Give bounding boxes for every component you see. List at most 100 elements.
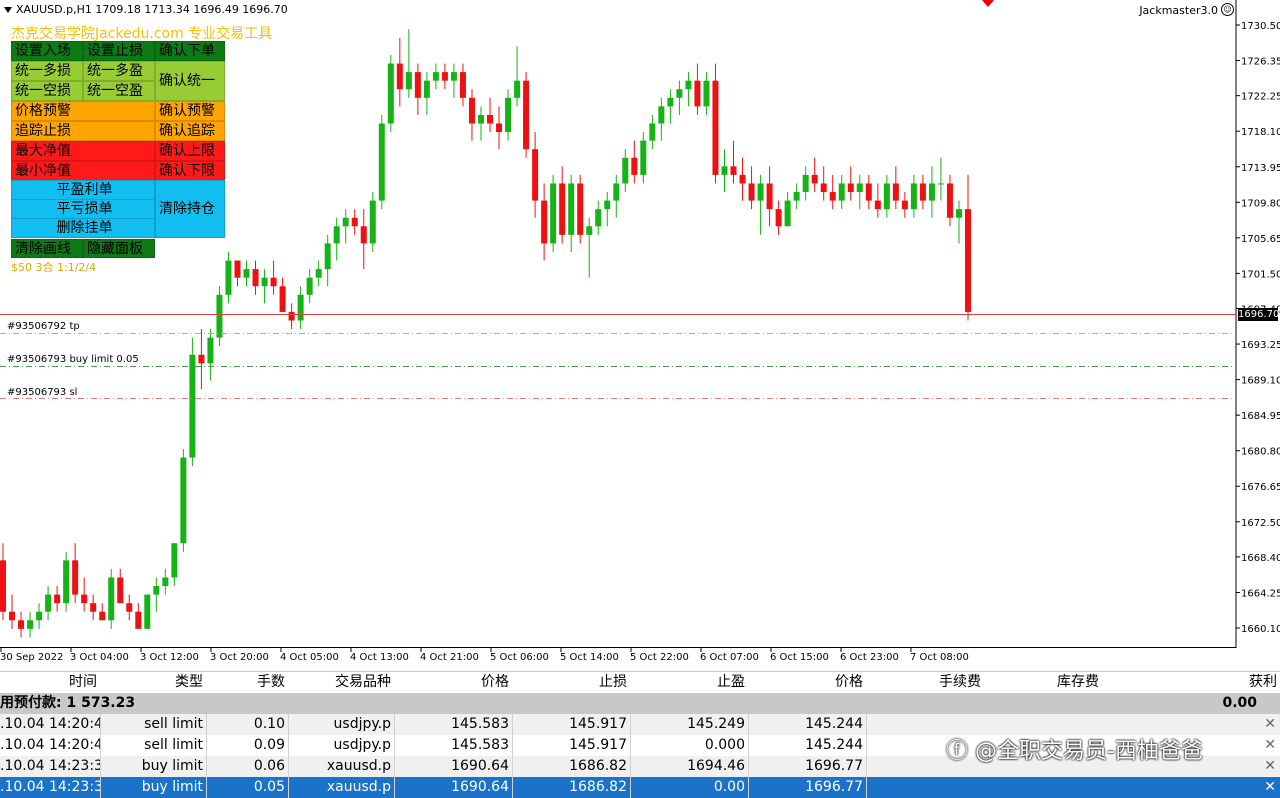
bull-candle: [324, 243, 331, 270]
bear-candle: [730, 166, 737, 175]
confirm-trailing-button[interactable]: 确认追踪: [155, 121, 225, 141]
price-axis-label: 1730.50: [1241, 21, 1280, 32]
cell-sl: 145.917: [569, 716, 627, 732]
price-axis-label: 1668.40: [1241, 553, 1280, 564]
sl-line-label: #93506793 sl: [7, 387, 78, 398]
bear-candle: [820, 183, 827, 193]
bull-candle: [505, 97, 512, 133]
chart-menu-icon[interactable]: [4, 7, 12, 13]
cell-sl: 1686.82: [569, 758, 627, 774]
col-symbol[interactable]: 交易品种: [288, 672, 394, 693]
col-commission[interactable]: 手续费: [866, 672, 984, 693]
unify-buy-tp-button[interactable]: 统一多盈: [83, 61, 155, 81]
table-row[interactable]: .10.04 14:20:43 sell limit 0.10 usdjpy.p 145…: [0, 714, 1280, 735]
bull-candle: [297, 294, 304, 321]
price-alert-button[interactable]: 价格预警: [11, 101, 155, 121]
bear-candle: [865, 183, 872, 201]
bear-candle: [766, 183, 773, 210]
trade-terminal[interactable]: 时间 类型 手数 交易品种 价格 止损 止盈 价格 手续费 库存费 获利 用预付…: [0, 667, 1280, 798]
delete-order-icon[interactable]: ✕: [1264, 758, 1276, 774]
delete-order-icon[interactable]: ✕: [1264, 779, 1276, 795]
bull-candle: [342, 217, 349, 227]
col-profit[interactable]: 获利: [1102, 672, 1280, 693]
bull-candle: [423, 80, 430, 98]
hide-panel-button[interactable]: 隐藏面板: [83, 239, 155, 258]
buy-limit-line-label: #93506793 buy limit 0.05: [7, 354, 139, 365]
delete-order-icon[interactable]: ✕: [1264, 737, 1276, 753]
bull-candle: [180, 457, 187, 544]
clear-positions-button[interactable]: 清除持仓: [155, 180, 225, 238]
column-divider: [866, 756, 867, 777]
bull-candle: [36, 611, 43, 621]
unify-buy-sl-button[interactable]: 统一多损: [11, 61, 83, 81]
bear-candle: [288, 311, 295, 321]
price-chart[interactable]: 1730.50 1726.35 1722.25 1718.10 1713.95 1709.…: [0, 0, 1280, 667]
clear-lines-button[interactable]: 清除画线: [11, 239, 83, 258]
price-axis-label: 1722.25: [1241, 92, 1280, 103]
close-loss-button[interactable]: 平亏损单: [11, 199, 155, 219]
delete-pending-button[interactable]: 删除挂单: [11, 218, 155, 238]
col-time[interactable]: 时间: [0, 672, 100, 693]
table-header: 时间 类型 手数 交易品种 价格 止损 止盈 价格 手续费 库存费 获利: [0, 671, 1280, 694]
expert-advisor-name[interactable]: Jackmaster3.0: [1139, 4, 1218, 17]
bull-candle: [658, 106, 665, 124]
cell-tp: 0.000: [704, 737, 745, 753]
bull-candle: [793, 192, 800, 201]
bear-candle: [198, 354, 205, 364]
col-price[interactable]: 价格: [394, 672, 512, 693]
cell-sl: 145.917: [569, 737, 627, 753]
bear-candle: [577, 183, 584, 235]
watermark: ⓕ @全职交易员-西柚爸爸: [946, 739, 1203, 764]
bull-candle: [378, 123, 385, 201]
bull-candle: [550, 183, 557, 244]
bull-candle: [432, 72, 439, 81]
bull-candle: [216, 294, 223, 338]
bear-candle: [496, 123, 503, 133]
bear-candle: [234, 260, 241, 278]
bear-candle: [775, 209, 782, 227]
unify-sell-tp-button[interactable]: 统一空盈: [83, 81, 155, 101]
time-axis-label: 6 Oct 15:00: [770, 652, 829, 663]
bull-candle: [207, 337, 214, 364]
bull-candle: [63, 560, 70, 604]
close-profit-button[interactable]: 平盈利单: [11, 180, 155, 200]
max-equity-button[interactable]: 最大净值: [11, 141, 155, 161]
bull-candle: [568, 183, 575, 235]
cell-cur-price: 145.244: [805, 716, 863, 732]
set-entry-button[interactable]: 设置入场: [11, 41, 83, 61]
bear-candle: [117, 577, 124, 604]
unify-sell-sl-button[interactable]: 统一空损: [11, 81, 83, 101]
confirm-order-button[interactable]: 确认下单: [155, 41, 225, 61]
confirm-upper-button[interactable]: 确认上限: [155, 141, 225, 161]
time-axis-label: 4 Oct 21:00: [420, 652, 479, 663]
bear-candle: [270, 277, 277, 287]
time-axis-label: 5 Oct 22:00: [630, 652, 689, 663]
price-axis-label: 1718.10: [1241, 127, 1280, 138]
col-swap[interactable]: 库存费: [984, 672, 1102, 693]
bear-candle: [90, 603, 97, 612]
col-volume[interactable]: 手数: [206, 672, 288, 693]
cell-tp: 145.249: [687, 716, 745, 732]
delete-order-icon[interactable]: ✕: [1264, 716, 1276, 732]
col-cur-price[interactable]: 价格: [748, 672, 866, 693]
tp-line-label: #93506792 tp: [7, 321, 80, 332]
set-stoploss-button[interactable]: 设置止损: [83, 41, 155, 61]
time-axis-label: 5 Oct 06:00: [490, 652, 549, 663]
confirm-lower-button[interactable]: 确认下限: [155, 161, 225, 181]
confirm-alert-button[interactable]: 确认预警: [155, 101, 225, 121]
col-type[interactable]: 类型: [100, 672, 206, 693]
chart-title: XAUUSD.p,H1 1709.18 1713.34 1696.49 1696…: [4, 3, 288, 16]
time-axis-label: 30 Sep 2022: [0, 652, 63, 663]
confirm-unify-button[interactable]: 确认统一: [155, 61, 225, 101]
bull-candle: [387, 63, 394, 124]
bear-candle: [135, 611, 142, 629]
trailing-stop-button[interactable]: 追踪止损: [11, 121, 155, 141]
price-axis-label: 1713.95: [1241, 163, 1280, 174]
smiley-icon[interactable]: ☺: [1221, 3, 1234, 16]
bear-candle: [351, 217, 358, 227]
time-axis-label: 5 Oct 14:00: [560, 652, 619, 663]
col-sl[interactable]: 止损: [512, 672, 630, 693]
col-tp[interactable]: 止盈: [630, 672, 748, 693]
min-equity-button[interactable]: 最小净值: [11, 161, 155, 181]
bear-candle: [739, 174, 746, 184]
